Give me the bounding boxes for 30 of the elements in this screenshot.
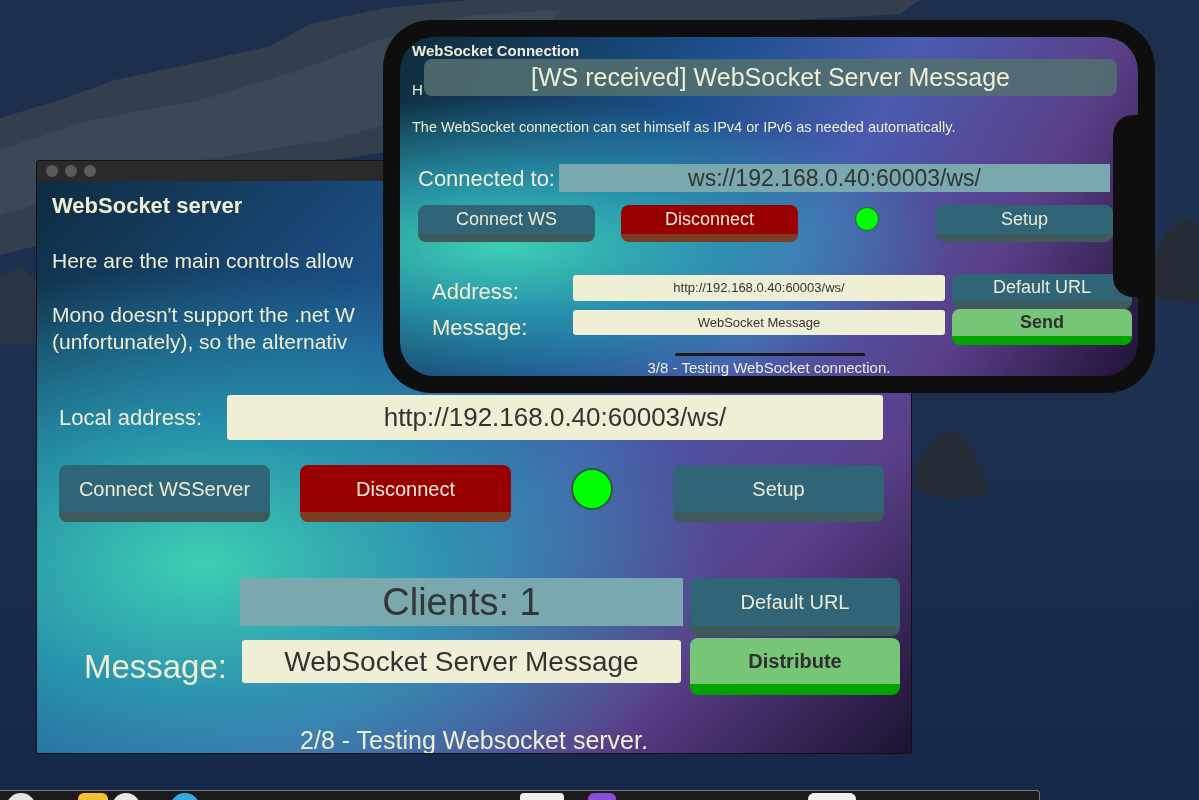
setup-button[interactable]: Setup (673, 465, 884, 522)
disconnect-button[interactable]: Disconnect (300, 465, 511, 522)
description-text: (unfortunately), so the alternativ (52, 329, 348, 355)
connect-button[interactable]: Connect WSServer (59, 465, 270, 522)
disconnect-button[interactable]: Disconnect (621, 205, 798, 242)
distribute-button[interactable]: Distribute (690, 638, 900, 695)
field-label: Connected to: (418, 165, 555, 191)
message-field[interactable]: WebSocket Message (573, 310, 945, 335)
field-label: Address: (432, 279, 519, 304)
status-text: 3/8 - Testing WebSocket connection. (647, 360, 891, 376)
send-button[interactable]: Send (952, 309, 1132, 345)
description-text: The WebSocket connection can set himself as IPv4 or IPv6 as needed automatically. (412, 118, 956, 136)
description-text: H (412, 81, 423, 99)
window-title: WebSocket server (52, 193, 243, 219)
connect-button[interactable]: Connect WS (418, 205, 595, 242)
address-field[interactable]: http://192.168.0.40:60003/ws/ (573, 275, 945, 301)
setup-button[interactable]: Setup (936, 205, 1113, 242)
message-field[interactable]: WebSocket Server Message (242, 640, 681, 683)
toast-notification: [WS received] WebSocket Server Message (424, 59, 1117, 96)
screen-title: WebSocket Connection (412, 42, 580, 60)
field-label: Message: (432, 314, 528, 340)
field-label: Local address: (59, 405, 203, 430)
field-label: Message: (83, 647, 227, 686)
default-url-button[interactable]: Default URL (952, 274, 1132, 309)
connected-url-display: ws://192.168.0.40:60003/ws/ (559, 164, 1110, 192)
default-url-button[interactable]: Default URL (690, 578, 900, 636)
address-field[interactable]: http://192.168.0.40:60003/ws/ (227, 395, 883, 440)
clients-count: Clients: 1 (240, 578, 683, 626)
description-text: Here are the main controls allow (52, 248, 354, 274)
description-text: Mono doesn't support the .net W (52, 302, 355, 328)
